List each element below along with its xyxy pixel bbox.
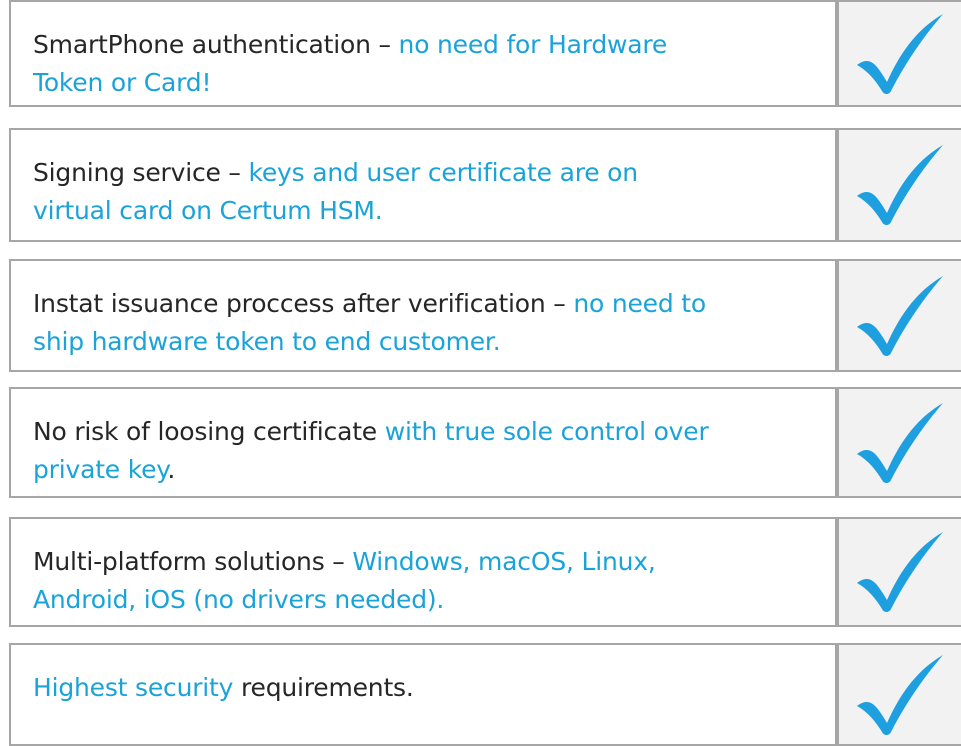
feature-text-box: Highest security requirements. (9, 643, 837, 746)
feature-text: No risk of loosing certificate (33, 417, 385, 446)
feature-highlight-text: no need for Hardware (398, 30, 668, 59)
checkmark-icon (857, 654, 943, 735)
feature-text: . (167, 455, 176, 484)
feature-highlight-text: Highest security (33, 673, 234, 702)
feature-text: Multi-platform solutions – (33, 547, 353, 576)
feature-text: Instat issuance proccess after verificat… (33, 289, 574, 318)
feature-highlight-text: private key (33, 455, 168, 484)
checkmark-icon (857, 275, 943, 356)
check-cell (837, 259, 961, 372)
checkmark-icon (857, 402, 943, 483)
check-cell (837, 517, 961, 627)
feature-text-box: Instat issuance proccess after verificat… (9, 259, 837, 372)
feature-row: No risk of loosing certificate with true… (9, 387, 961, 498)
check-cell (837, 643, 961, 746)
feature-highlight-text: ship hardware token to end customer. (33, 327, 501, 356)
feature-row: Signing service – keys and user certific… (9, 128, 961, 242)
checkmark-icon (857, 13, 943, 94)
feature-highlight-text: Windows, macOS, Linux, (352, 547, 656, 576)
feature-row: Highest security requirements. (9, 643, 961, 746)
check-cell (837, 387, 961, 498)
feature-highlight-text: Android, iOS (no drivers needed). (33, 585, 445, 614)
feature-text-box: Signing service – keys and user certific… (9, 128, 837, 242)
feature-text-box: No risk of loosing certificate with true… (9, 387, 837, 498)
feature-text: requirements. (233, 673, 414, 702)
feature-row: Multi-platform solutions – Windows, macO… (9, 517, 961, 627)
feature-text: Signing service – (33, 158, 249, 187)
feature-highlight-text: Token or Card! (33, 68, 212, 97)
feature-highlight-text: no need to (573, 289, 706, 318)
feature-highlight-text: with true sole control over (384, 417, 709, 446)
feature-row: SmartPhone authentication – no need for … (9, 0, 961, 107)
feature-list: SmartPhone authentication – no need for … (0, 0, 961, 746)
check-cell (837, 0, 961, 107)
check-cell (837, 128, 961, 242)
checkmark-icon (857, 145, 943, 225)
checkmark-icon (857, 532, 943, 612)
feature-highlight-text: keys and user certificate are on (248, 158, 638, 187)
feature-text-box: Multi-platform solutions – Windows, macO… (9, 517, 837, 627)
feature-highlight-text: virtual card on Certum HSM. (33, 196, 383, 225)
feature-text: SmartPhone authentication – (33, 30, 399, 59)
feature-row: Instat issuance proccess after verificat… (9, 259, 961, 372)
feature-text-box: SmartPhone authentication – no need for … (9, 0, 837, 107)
